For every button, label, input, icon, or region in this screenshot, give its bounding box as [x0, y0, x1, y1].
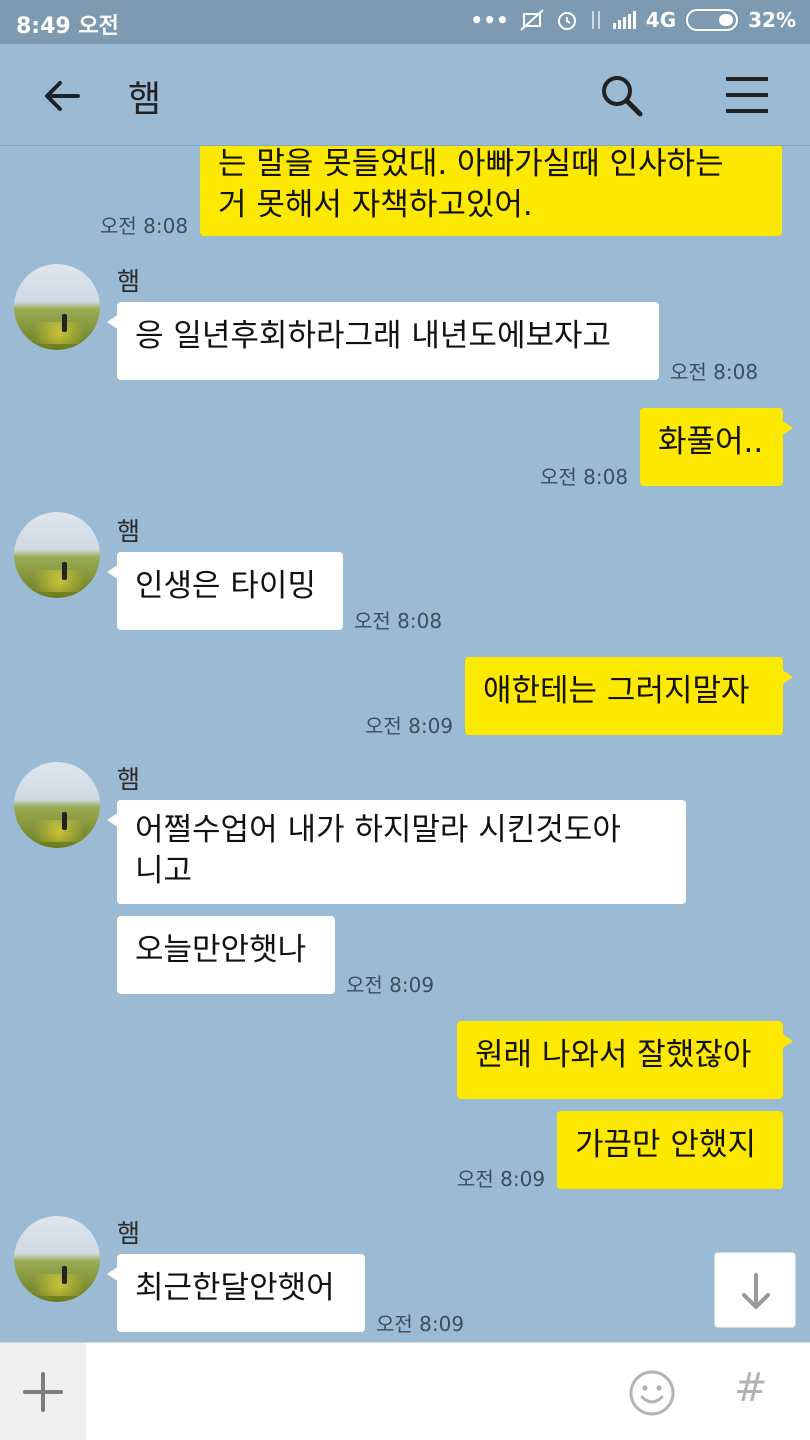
chat-messages[interactable]: 는 말을 못들었대. 아빠가실때 인사하는 거 못해서 자책하고있어. 오전 8…: [0, 146, 810, 1342]
message-line: 화풀어..: [658, 424, 764, 460]
signal-icon: [612, 11, 636, 29]
message-line: 어쩔수업어 내가 하지말라 시킨것도아: [135, 812, 621, 848]
avatar[interactable]: [14, 762, 100, 848]
their-message-bubble[interactable]: 응 일년후회하라그래 내년도에보자고: [107, 302, 659, 380]
my-message-bubble[interactable]: 는 말을 못들었대. 아빠가실때 인사하는 거 못해서 자책하고있어.: [200, 146, 782, 236]
message-input[interactable]: [98, 1363, 598, 1421]
hashtag-search-button[interactable]: #: [734, 1365, 768, 1411]
message-time: 오전 8:09: [365, 714, 454, 738]
avatar[interactable]: [14, 512, 100, 598]
message-line: 원래 나와서 잘했잖아: [475, 1037, 752, 1073]
smiley-icon[interactable]: [628, 1369, 676, 1417]
my-message-bubble[interactable]: 애한테는 그러지말자: [465, 657, 793, 735]
battery-percent: 32%: [748, 8, 796, 32]
message-time: 오전 8:09: [457, 1167, 546, 1191]
sender-name: 햄: [117, 517, 141, 546]
message-time: 오전 8:08: [354, 609, 443, 633]
network-type: 4G: [645, 8, 677, 32]
message-time: 오전 8:09: [376, 1312, 465, 1336]
message-time: 오전 8:09: [346, 973, 435, 997]
message-time: 오전 8:08: [540, 465, 629, 489]
arrow-left-icon[interactable]: [40, 74, 84, 118]
status-icons: ••• 4G 32%: [470, 8, 796, 32]
avatar[interactable]: [14, 264, 100, 350]
arrow-down-icon: [742, 1273, 770, 1309]
message-input-bar: #: [0, 1342, 810, 1440]
message-time: 오전 8:08: [670, 360, 759, 384]
status-time: 8:49 오전: [16, 14, 119, 39]
battery-icon: [686, 9, 739, 31]
data-transfer-icon: [591, 11, 600, 29]
their-message-bubble[interactable]: 인생은 타이밍: [107, 552, 343, 630]
sender-name: 햄: [117, 267, 141, 296]
attach-plus-button[interactable]: [0, 1343, 86, 1440]
vibrate-mute-icon: [520, 9, 544, 31]
message-time: 오전 8:08: [100, 214, 189, 238]
message-line: 는 말을 못들었대. 아빠가실때 인사하는: [218, 146, 724, 182]
their-message-bubble[interactable]: 최근한달안햇어: [107, 1254, 365, 1332]
message-line: 니고: [135, 853, 193, 889]
message-line: 응 일년후회하라그래 내년도에보자고: [135, 318, 612, 354]
message-line: 애한테는 그러지말자: [483, 673, 750, 709]
message-line: 가끔만 안했지: [575, 1127, 756, 1163]
scroll-to-bottom-button[interactable]: [714, 1252, 796, 1328]
my-message-bubble[interactable]: 가끔만 안했지: [557, 1111, 783, 1189]
message-line: 오늘만안햇나: [135, 932, 307, 968]
more-dots-icon: •••: [470, 8, 509, 32]
chat-title: 햄: [128, 79, 162, 120]
avatar[interactable]: [14, 1216, 100, 1302]
alarm-icon: [557, 12, 576, 30]
my-message-bubble[interactable]: 화풀어..: [640, 408, 793, 486]
message-line: 거 못해서 자책하고있어.: [218, 187, 533, 223]
message-line: 최근한달안햇어: [135, 1270, 335, 1306]
message-line: 인생은 타이밍: [135, 568, 316, 604]
sender-name: 햄: [117, 1219, 141, 1248]
search-icon[interactable]: [598, 72, 644, 118]
hamburger-menu-icon[interactable]: [724, 74, 770, 116]
plus-icon: [23, 1372, 63, 1412]
their-message-bubble[interactable]: 어쩔수업어 내가 하지말라 시킨것도아 니고: [107, 800, 686, 904]
status-bar: 8:49 오전 ••• 4G 32%: [0, 0, 810, 44]
sender-name: 햄: [117, 765, 141, 794]
their-message-bubble[interactable]: 오늘만안햇나: [117, 916, 335, 994]
my-message-bubble[interactable]: 원래 나와서 잘했잖아: [457, 1021, 793, 1099]
chat-header: 햄: [0, 44, 810, 146]
